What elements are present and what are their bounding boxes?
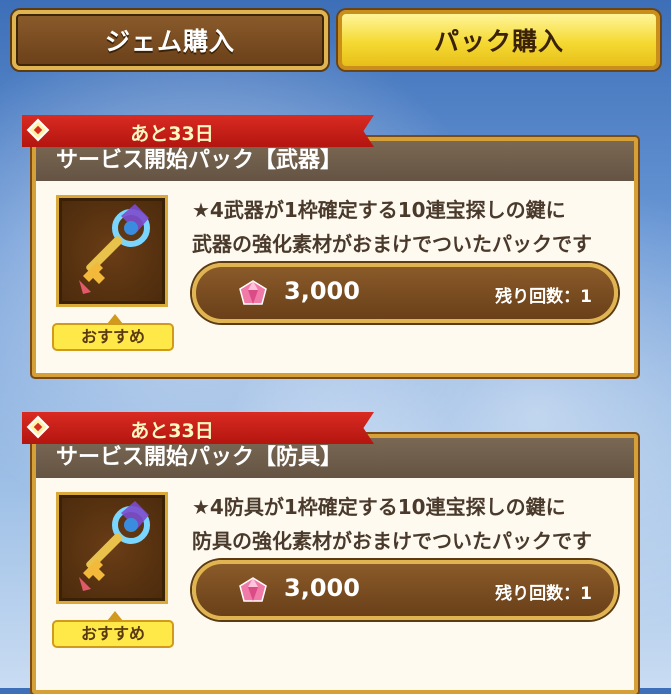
description-line-2: 防具の強化素材がおまけでついたパックです: [192, 529, 592, 553]
price-value: 3,000: [284, 277, 360, 305]
gem-icon: [239, 577, 267, 602]
pack-card-armor[interactable]: あと33日 サービス開始パック【防具】 おすすめ ★4防具が1枠確定する10連宝…: [0, 412, 671, 694]
buy-button[interactable]: 3,000 残り回数：1: [192, 263, 618, 323]
tab-gem-purchase[interactable]: ジェム購入: [12, 10, 328, 70]
pack-panel: サービス開始パック【武器】 おすすめ ★4武器が1枠確定する10連宝探しの鍵に …: [32, 137, 638, 377]
days-left-text: あと33日: [130, 123, 214, 145]
days-left-ribbon: あと33日: [22, 115, 374, 147]
remaining-count: 残り回数：1: [495, 584, 592, 604]
pack-title: サービス開始パック【武器】: [36, 141, 634, 181]
recommend-badge: おすすめ: [52, 314, 174, 351]
buy-button[interactable]: 3,000 残り回数：1: [192, 560, 618, 620]
recommend-badge: おすすめ: [52, 611, 174, 648]
description-line-1: ★4防具が1枠確定する10連宝探しの鍵に: [192, 495, 566, 519]
price-value: 3,000: [284, 574, 360, 602]
key-icon: [79, 501, 150, 591]
tab-pack-purchase-label: パック購入: [433, 27, 564, 56]
pack-item-frame[interactable]: [56, 195, 168, 307]
gem-icon: [239, 280, 267, 305]
pack-description: ★4武器が1枠確定する10連宝探しの鍵に 武器の強化素材がおまけでついたパックで…: [192, 193, 632, 261]
remaining-count: 残り回数：1: [495, 287, 592, 307]
days-left-text: あと33日: [130, 420, 214, 442]
pack-description: ★4防具が1枠確定する10連宝探しの鍵に 防具の強化素材がおまけでついたパックで…: [192, 490, 632, 558]
description-line-1: ★4武器が1枠確定する10連宝探しの鍵に: [192, 198, 566, 222]
description-line-2: 武器の強化素材がおまけでついたパックです: [192, 232, 592, 256]
pack-panel: サービス開始パック【防具】 おすすめ ★4防具が1枠確定する10連宝探しの鍵に …: [32, 434, 638, 694]
pack-title: サービス開始パック【防具】: [36, 438, 634, 478]
tab-pack-purchase[interactable]: パック購入: [338, 10, 660, 70]
days-left-ribbon: あと33日: [22, 412, 374, 444]
pack-item-frame[interactable]: [56, 492, 168, 604]
pack-card-weapon[interactable]: あと33日 サービス開始パック【武器】 おすすめ ★4武器が1枠確定する10連宝…: [0, 115, 671, 385]
tab-gem-purchase-label: ジェム購入: [104, 27, 235, 56]
key-icon: [79, 204, 150, 294]
